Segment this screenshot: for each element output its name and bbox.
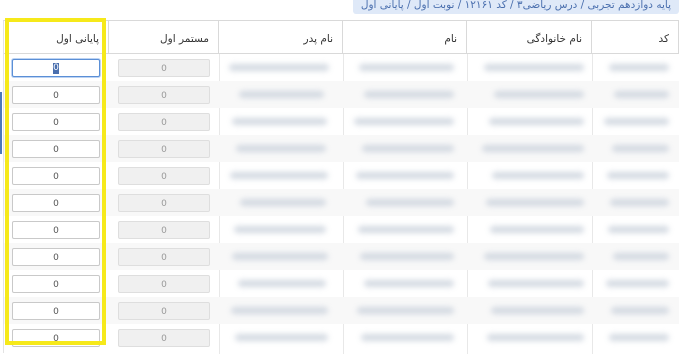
table-row: 0 0 xyxy=(4,54,679,81)
table-row: 0 0 xyxy=(4,216,679,243)
final-grade-input[interactable]: 0 xyxy=(12,140,100,158)
header-first-name[interactable]: نام xyxy=(343,21,467,54)
blurred-cell xyxy=(240,199,326,206)
final-grade-input[interactable]: 0 xyxy=(12,86,100,104)
blurred-cell xyxy=(489,118,584,125)
blurred-cell xyxy=(236,145,326,152)
continuous-grade-field: 0 xyxy=(118,140,210,158)
blurred-cell xyxy=(614,91,669,98)
blurred-cell xyxy=(238,280,326,287)
header-code[interactable]: کد xyxy=(592,21,679,54)
blurred-cell xyxy=(358,226,454,233)
blurred-cell xyxy=(361,334,454,341)
final-grade-value: 0 xyxy=(53,63,59,74)
blurred-cell xyxy=(492,172,584,179)
blurred-cell xyxy=(362,145,454,152)
final-grade-input[interactable]: 0 xyxy=(12,275,100,293)
grades-table: پایانی اول مستمر اول نام پدر نام نام خان… xyxy=(3,20,679,354)
table-row: 0 0 xyxy=(4,108,679,135)
blurred-cell xyxy=(491,307,584,314)
blurred-cell xyxy=(234,226,326,233)
final-grade-input[interactable]: 0 xyxy=(12,113,100,131)
continuous-grade-field: 0 xyxy=(118,329,210,347)
header-father-name[interactable]: نام پدر xyxy=(219,21,343,54)
blurred-cell xyxy=(360,253,454,260)
blurred-cell xyxy=(364,91,454,98)
blurred-cell xyxy=(609,64,669,71)
blurred-cell xyxy=(482,145,584,152)
blurred-cell xyxy=(364,280,454,287)
table-body: 0 0 0 0 0 0 0 0 0 0 0 0 0 0 0 0 0 0 0 0 … xyxy=(4,54,679,354)
table-row: 0 0 xyxy=(4,162,679,189)
final-grade-input[interactable]: 0 xyxy=(12,167,100,185)
blurred-cell xyxy=(608,226,669,233)
blurred-cell xyxy=(612,145,669,152)
blurred-cell xyxy=(231,307,328,314)
continuous-grade-field: 0 xyxy=(118,248,210,266)
blurred-cell xyxy=(607,172,669,179)
final-grade-input[interactable]: 0 xyxy=(12,59,100,77)
table-row: 0 0 xyxy=(4,189,679,216)
blurred-cell xyxy=(366,199,454,206)
header-continuous[interactable]: مستمر اول xyxy=(109,21,219,54)
blurred-cell xyxy=(232,118,327,125)
continuous-grade-field: 0 xyxy=(118,167,210,185)
blurred-cell xyxy=(487,334,584,341)
final-grade-input[interactable]: 0 xyxy=(12,329,100,347)
blurred-cell xyxy=(613,253,669,260)
header-final[interactable]: پایانی اول xyxy=(4,21,109,54)
blurred-cell xyxy=(609,334,669,341)
continuous-grade-field: 0 xyxy=(118,221,210,239)
blurred-cell xyxy=(490,226,584,233)
table-row: 0 0 xyxy=(4,270,679,297)
final-grade-input[interactable]: 0 xyxy=(12,302,100,320)
blurred-cell xyxy=(232,253,328,260)
table-row: 0 0 xyxy=(4,243,679,270)
final-grade-input[interactable]: 0 xyxy=(12,194,100,212)
blurred-cell xyxy=(356,172,454,179)
blurred-cell xyxy=(239,91,324,98)
blurred-cell xyxy=(488,280,584,287)
continuous-grade-field: 0 xyxy=(118,302,210,320)
breadcrumb: پایه دوازدهم تجربی / درس ریاضی۳ / کد ۱۲۱… xyxy=(352,0,679,14)
blurred-cell xyxy=(484,253,584,260)
blurred-cell xyxy=(610,199,669,206)
blurred-cell xyxy=(235,334,328,341)
continuous-grade-field: 0 xyxy=(118,86,210,104)
blurred-cell xyxy=(354,118,454,125)
scroll-indicator xyxy=(0,92,2,154)
continuous-grade-field: 0 xyxy=(118,113,210,131)
continuous-grade-field: 0 xyxy=(118,275,210,293)
continuous-grade-field: 0 xyxy=(118,194,210,212)
table-row: 0 0 xyxy=(4,81,679,108)
blurred-cell xyxy=(606,280,669,287)
final-grade-input[interactable]: 0 xyxy=(12,248,100,266)
blurred-cell xyxy=(230,172,328,179)
blurred-cell xyxy=(359,64,454,71)
table-row: 0 0 xyxy=(4,297,679,324)
blurred-cell xyxy=(357,307,454,314)
blurred-cell xyxy=(494,91,584,98)
header-last-name[interactable]: نام خانوادگی xyxy=(467,21,592,54)
blurred-cell xyxy=(611,307,669,314)
table-row: 0 0 xyxy=(4,135,679,162)
final-grade-input[interactable]: 0 xyxy=(12,221,100,239)
blurred-cell xyxy=(484,64,584,71)
blurred-cell xyxy=(229,64,329,71)
blurred-cell xyxy=(486,199,584,206)
blurred-cell xyxy=(604,118,669,125)
table-row: 0 0 xyxy=(4,324,679,351)
continuous-grade-field: 0 xyxy=(118,59,210,77)
